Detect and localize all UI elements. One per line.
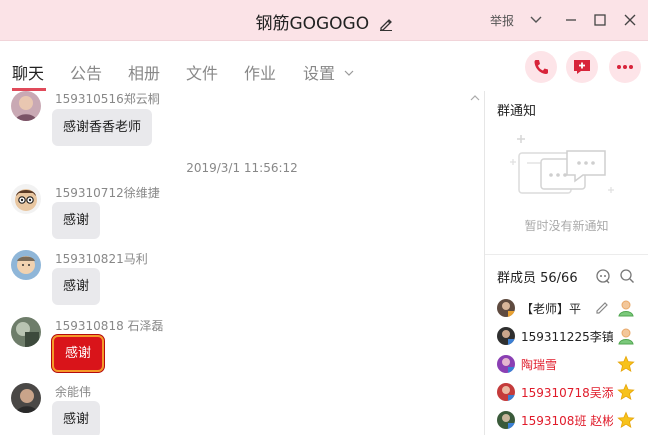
tab-chat[interactable]: 聊天 [12, 60, 44, 84]
admin-badge-icon [617, 327, 635, 345]
member-name: 陶瑞雪 [521, 358, 558, 372]
sender-name: 159310818 石泽磊 [55, 319, 164, 333]
add-app-button[interactable] [566, 51, 598, 83]
message-bubble[interactable]: 感谢 [52, 202, 101, 239]
member-item[interactable]: 1593108班 赵彬 [485, 409, 648, 433]
sender-name: 余能伟 [55, 385, 92, 399]
sender-name: 159310821马利 [55, 252, 148, 266]
avatar [497, 383, 515, 401]
edit-icon[interactable] [595, 300, 609, 318]
minimize-icon[interactable] [561, 11, 581, 29]
chevron-down-icon [344, 70, 354, 76]
member-item[interactable]: 【老师】平 [485, 297, 648, 321]
side-panel: 群通知 暂时没有新通知 群成员 56/66 【老师】平 159311225李镇 [485, 91, 648, 435]
avatar[interactable] [11, 317, 41, 347]
maximize-icon[interactable] [590, 11, 610, 29]
call-button[interactable] [525, 51, 557, 83]
avatar[interactable] [11, 184, 41, 214]
chat-plus-icon [574, 60, 590, 74]
member-settings-icon[interactable] [595, 268, 611, 288]
message-bubble[interactable]: 感谢 [52, 401, 101, 435]
window-title-wrap: 钢筋GOGOGO [0, 9, 648, 36]
tab-files[interactable]: 文件 [186, 60, 218, 84]
message-bubble[interactable]: 感谢香香老师 [52, 109, 153, 146]
member-name: 1593108班 赵彬 [521, 414, 613, 428]
chevron-down-icon[interactable] [526, 11, 546, 29]
star-icon [617, 383, 635, 401]
report-button[interactable]: 举报 [490, 12, 514, 29]
more-button[interactable] [609, 51, 641, 83]
member-item[interactable]: 陶瑞雪 [485, 353, 648, 377]
tab-homework[interactable]: 作业 [244, 60, 276, 84]
more-dots-icon [617, 65, 633, 69]
tab-settings[interactable]: 设置 [303, 60, 354, 84]
edit-title-icon[interactable] [379, 16, 393, 36]
close-icon[interactable] [620, 11, 640, 29]
member-item[interactable]: 159311225李镇 [485, 325, 648, 349]
avatar [497, 299, 515, 317]
window-title[interactable]: 钢筋GOGOGO [255, 14, 369, 34]
star-icon [617, 411, 635, 429]
search-icon[interactable] [619, 268, 635, 288]
tab-settings-label: 设置 [303, 64, 336, 83]
tab-album[interactable]: 相册 [128, 60, 160, 84]
avatar [497, 327, 515, 345]
collapse-icon[interactable] [470, 91, 480, 105]
message-bubble[interactable]: 感谢 [52, 268, 101, 305]
avatar [497, 355, 515, 373]
member-name: 159311225李镇 [521, 330, 613, 344]
sender-name: 159310712徐维捷 [55, 186, 160, 200]
avatar[interactable] [11, 91, 41, 121]
phone-icon [534, 60, 548, 74]
members-title: 群成员 56/66 [497, 271, 578, 286]
avatar[interactable] [11, 250, 41, 280]
member-item[interactable]: 159310718吴添 [485, 381, 648, 405]
member-name: 159310718吴添 [521, 386, 613, 400]
message-timestamp: 2019/3/1 11:56:12 [186, 161, 298, 175]
notice-title: 群通知 [497, 104, 537, 119]
side-divider [485, 254, 648, 255]
title-bar: 钢筋GOGOGO 举报 [0, 0, 648, 41]
message-bubble-red[interactable]: 感谢 [52, 335, 105, 372]
empty-notice-illustration-icon [507, 131, 627, 215]
tab-announcement[interactable]: 公告 [70, 60, 102, 84]
member-name: 【老师】平 [521, 302, 582, 316]
star-icon [617, 355, 635, 373]
avatar [497, 411, 515, 429]
teacher-badge-icon [617, 299, 635, 317]
empty-notice-text: 暂时没有新通知 [524, 219, 609, 233]
avatar[interactable] [11, 383, 41, 413]
chat-panel[interactable]: 159310516郑云桐 感谢香香老师 2019/3/1 11:56:12 15… [0, 91, 484, 435]
sender-name: 159310516郑云桐 [55, 92, 160, 106]
